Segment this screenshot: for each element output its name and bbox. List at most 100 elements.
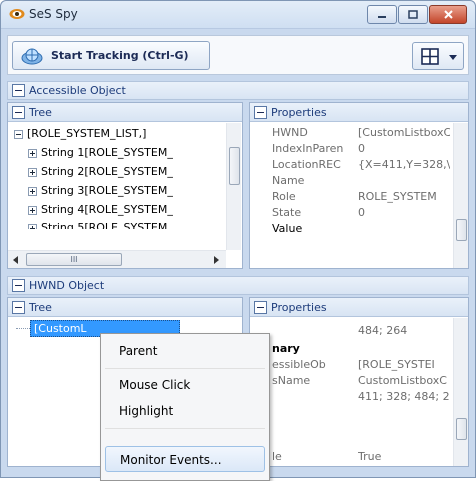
tree-vertical-scrollbar[interactable] <box>226 123 241 250</box>
property-value: 411; 328; 484; 2 <box>358 390 450 403</box>
property-name: Value <box>272 222 303 235</box>
expand-node-icon[interactable] <box>28 186 37 196</box>
tree-item[interactable]: String 4[ROLE_SYSTEM_ <box>28 201 224 219</box>
property-row[interactable]: essibleOb [ROLE_SYSTEI <box>250 357 450 373</box>
hwnd-properties-pane: Properties 484; 264 nary essibleOb [ROLE… <box>249 297 469 467</box>
tree-item-root[interactable]: [ROLE_SYSTEM_LIST,] <box>14 125 224 143</box>
chevron-down-icon <box>449 55 457 60</box>
collapse-icon[interactable] <box>12 105 25 119</box>
tree-item-label: String 4[ROLE_SYSTEM_ <box>41 203 173 216</box>
scroll-thumb[interactable] <box>456 418 467 440</box>
minimize-button[interactable] <box>367 5 397 24</box>
menu-item-parent[interactable]: Parent <box>105 338 265 364</box>
window-title: SeS Spy <box>29 7 78 21</box>
tree-item-label: [ROLE_SYSTEM_LIST,] <box>27 127 147 140</box>
accessible-properties-title: Properties <box>271 105 327 119</box>
property-name: HWND <box>272 126 308 139</box>
close-button[interactable] <box>429 5 467 24</box>
property-value: True <box>358 450 382 463</box>
tree-item-label: String 1[ROLE_SYSTEM_ <box>41 146 173 159</box>
property-category[interactable]: nary <box>250 341 450 357</box>
property-value: 0 <box>358 142 365 155</box>
tree-item[interactable]: String 1[ROLE_SYSTEM_ <box>28 144 224 162</box>
property-row[interactable]: Value <box>250 221 450 237</box>
hwnd-object-header[interactable]: HWND Object <box>7 276 469 295</box>
toolbar: Start Tracking (Ctrl-G) <box>7 35 469 75</box>
property-name: IndexInParen <box>272 142 344 155</box>
ses-spy-window: SeS Spy Start Tracking (Ctrl-G) Accessib… <box>0 0 476 481</box>
property-name: LocationREC <box>272 158 341 171</box>
collapse-icon[interactable] <box>254 300 267 314</box>
menu-item-highlight[interactable]: Highlight <box>105 398 265 424</box>
accessible-object-header[interactable]: Accessible Object <box>7 81 469 100</box>
collapse-icon[interactable] <box>254 105 267 119</box>
menu-item-monitor-events[interactable]: Monitor Events... <box>105 446 265 472</box>
maximize-icon <box>408 10 418 19</box>
expand-node-icon[interactable] <box>28 205 37 215</box>
minimize-icon <box>378 15 386 18</box>
properties-vertical-scrollbar[interactable] <box>453 318 468 466</box>
property-row[interactable]: sName CustomListboxC <box>250 373 450 389</box>
property-name: Name <box>272 174 305 187</box>
scroll-thumb[interactable]: III <box>26 253 122 266</box>
properties-vertical-scrollbar[interactable] <box>453 123 468 268</box>
scroll-thumb[interactable] <box>456 219 467 241</box>
start-tracking-label: Start Tracking (Ctrl-G) <box>51 49 189 62</box>
scroll-thumb[interactable] <box>229 147 240 185</box>
tree-item-label: String 5[ROLE_SYSTEM_ <box>41 221 173 229</box>
layout-dropdown-button[interactable] <box>412 42 464 70</box>
property-name: essibleOb <box>272 358 326 371</box>
property-row[interactable]: State 0 <box>250 205 450 221</box>
accessible-tree-header[interactable]: Tree <box>8 103 242 122</box>
tree-item[interactable]: String 3[ROLE_SYSTEM_ <box>28 182 224 200</box>
property-row[interactable]: HWND [CustomListboxC <box>250 125 450 141</box>
tree-connector <box>16 328 30 329</box>
scroll-left-icon[interactable] <box>13 256 18 264</box>
property-row[interactable]: Role ROLE_SYSTEM <box>250 189 450 205</box>
property-name: le <box>272 450 282 463</box>
collapse-node-icon[interactable] <box>14 129 23 139</box>
property-value: 484; 264 <box>358 324 408 337</box>
hwnd-properties-header[interactable]: Properties <box>250 298 468 317</box>
property-value: [CustomListboxC <box>358 126 450 139</box>
property-value: {X=411,Y=328,\ <box>358 158 450 171</box>
tree-item[interactable]: String 5[ROLE_SYSTEM_ <box>28 219 224 229</box>
hwnd-tree-header[interactable]: Tree <box>8 298 242 317</box>
start-tracking-button[interactable]: Start Tracking (Ctrl-G) <box>12 41 210 70</box>
property-row[interactable]: Name <box>250 173 450 189</box>
property-row[interactable]: le True <box>250 449 450 465</box>
menu-separator <box>105 368 265 369</box>
expand-node-icon[interactable] <box>28 223 37 229</box>
scroll-right-icon[interactable] <box>214 256 219 264</box>
property-row[interactable]: IndexInParen 0 <box>250 141 450 157</box>
accessible-properties-pane: Properties HWND [CustomListboxC IndexInP… <box>249 102 469 269</box>
expand-node-icon[interactable] <box>28 148 37 158</box>
property-name: sName <box>272 374 311 387</box>
maximize-button[interactable] <box>398 5 428 24</box>
property-row[interactable] <box>250 405 450 421</box>
tree-item-label: String 3[ROLE_SYSTEM_ <box>41 184 173 197</box>
collapse-icon[interactable] <box>12 84 25 97</box>
menu-separator <box>105 428 265 429</box>
expand-node-icon[interactable] <box>28 167 37 177</box>
property-value: [ROLE_SYSTEI <box>358 358 435 371</box>
accessible-tree-title: Tree <box>29 105 52 119</box>
accessible-tree-pane: Tree [ROLE_SYSTEM_LIST,] String 1[ROLE_S… <box>7 102 243 269</box>
property-row[interactable]: 484; 264 <box>250 323 450 339</box>
tree-item-label: String 2[ROLE_SYSTEM_ <box>41 165 173 178</box>
tree-item[interactable]: String 2[ROLE_SYSTEM_ <box>28 163 224 181</box>
hwnd-properties-title: Properties <box>271 300 327 314</box>
menu-item-mouse-click[interactable]: Mouse Click <box>105 372 265 398</box>
tree-horizontal-scrollbar[interactable]: III <box>8 250 226 268</box>
context-menu: Parent Mouse Click Highlight Monitor Eve… <box>100 333 270 481</box>
title-bar: SeS Spy <box>1 1 475 29</box>
property-name: Role <box>272 190 296 203</box>
collapse-icon[interactable] <box>12 279 25 292</box>
accessible-properties-header[interactable]: Properties <box>250 103 468 122</box>
property-row[interactable]: LocationREC {X=411,Y=328,\ <box>250 157 450 173</box>
property-value: ROLE_SYSTEM <box>358 190 437 203</box>
property-name: State <box>272 206 302 219</box>
property-row[interactable]: 411; 328; 484; 2 <box>250 389 450 405</box>
collapse-icon[interactable] <box>12 300 25 314</box>
property-category-label: nary <box>272 342 300 355</box>
